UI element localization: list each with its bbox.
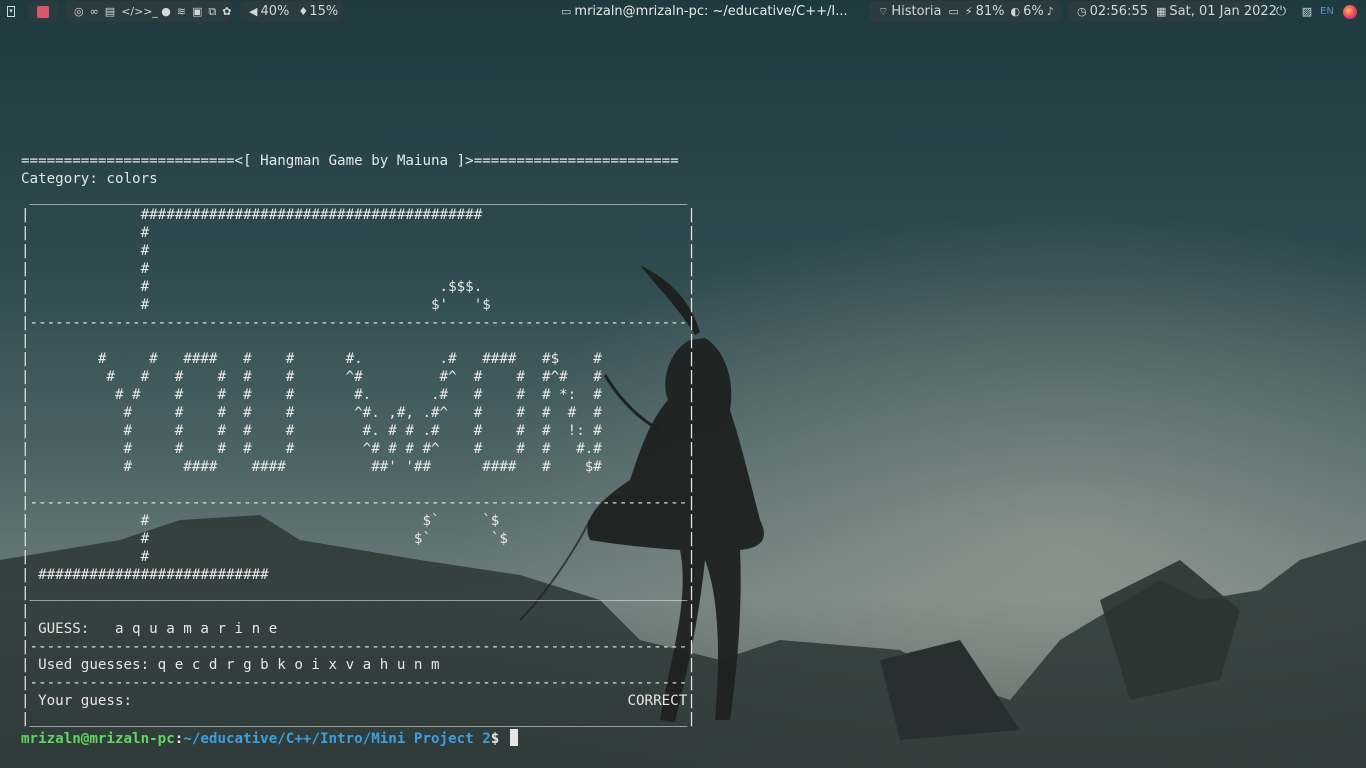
terminal-line: | # | — [21, 261, 696, 277]
terminal-line: | # # #### # # #. .# #### #$ # | — [21, 351, 696, 367]
prompt-separator: : — [174, 731, 184, 747]
keyboard-layout[interactable]: EN — [1320, 1, 1340, 22]
terminal-line: | # $` `$ | — [21, 531, 696, 547]
app-logo-button[interactable] — [1343, 1, 1365, 22]
terminal-line: | GUESS: a q u a m a r i n e | — [21, 621, 696, 637]
firefox-icon — [1343, 4, 1357, 19]
terminal-line: | # $' '$ | — [21, 297, 696, 313]
lang-text: EN — [1320, 6, 1334, 17]
top-panel: ▾ ◎ ∞ ▤ </> >_ ● ≋ ▣ ⧉ ✿ ◀ 40% ♦ 15% ▭ m… — [0, 0, 1366, 24]
menu-icon: ▾ — [7, 6, 15, 17]
wifi-name[interactable]: Historia — [891, 4, 941, 19]
prompt-path: ~/educative/C++/Intro/Mini Project 2 — [183, 731, 491, 747]
battery-icon: ▭ — [948, 4, 959, 18]
code-icon[interactable]: </> — [121, 5, 143, 18]
prompt-user: mrizaln@mrizaln-pc — [21, 731, 175, 747]
clock-icon: ◷ — [1077, 4, 1087, 18]
terminal-line: |_______________________________________… — [21, 585, 696, 601]
spotify-icon[interactable]: ≋ — [177, 5, 186, 18]
terminal-line: Category: colors — [21, 171, 158, 187]
terminal-line: | # # # # # ^#. ,#, .#^ # # # # # | — [21, 405, 696, 421]
time-text[interactable]: 02:56:55 — [1090, 4, 1148, 19]
active-window-title[interactable]: ▭ mrizaln@mrizaln-pc: ~/educative/C++/I.… — [552, 1, 848, 22]
settings-icon[interactable]: ✿ — [222, 5, 231, 18]
picture-icon: ▨ — [1301, 4, 1313, 18]
terminal-line: |---------------------------------------… — [21, 675, 696, 691]
terminal-line: |---------------------------------------… — [21, 315, 696, 331]
terminal-line: |_______________________________________… — [21, 711, 696, 727]
terminal-line: | | — [21, 477, 696, 493]
calendar-icon: ▦ — [1156, 4, 1167, 18]
mic-level[interactable]: 15% — [309, 4, 338, 19]
brightness-level[interactable]: 6% — [1023, 4, 1044, 19]
screenshot-button[interactable]: ▨ — [1298, 1, 1318, 22]
terminal-line: | Used guesses: q e c d r g b k o i x v … — [21, 657, 696, 673]
date-text[interactable]: Sat, 01 Jan 2022 — [1169, 4, 1277, 19]
terminal-line: | # | — [21, 225, 696, 241]
volume-icon[interactable]: ◀ — [249, 5, 257, 18]
image-icon[interactable]: ▣ — [192, 5, 202, 18]
microphone-icon[interactable]: ♦ — [298, 5, 308, 18]
terminal-line: | # .$$$. | — [21, 279, 696, 295]
terminal-line: =========================<[ Hangman Game… — [21, 153, 679, 169]
terminal-line: | ########################### | — [21, 567, 696, 583]
prompt-dollar: $ — [490, 731, 508, 747]
document-icon[interactable]: ▤ — [105, 5, 115, 18]
terminal-line: |---------------------------------------… — [21, 639, 696, 655]
bell-icon[interactable]: ♪ — [1047, 5, 1054, 18]
terminal-line: | # $` `$ | — [21, 513, 696, 529]
terminal-output: =========================<[ Hangman Game… — [21, 152, 696, 728]
battery-level[interactable]: 81% — [976, 4, 1005, 19]
terminal-icon[interactable]: >_ — [143, 5, 158, 18]
terminal-line: | | — [21, 333, 696, 349]
terminal-line: | # # # # # #. # # .# # # # !: # | — [21, 423, 696, 439]
terminal-line: | | — [21, 603, 696, 619]
terminal-line: | # | — [21, 243, 696, 259]
wifi-icon[interactable]: ⌔ — [878, 5, 888, 18]
text-cursor — [509, 729, 518, 746]
terminal-line: | # # # # # # #. .# # # # *: # | — [21, 387, 696, 403]
terminal-line: | # | — [21, 549, 696, 565]
shell-prompt[interactable]: mrizaln@mrizaln-pc:~/educative/C++/Intro… — [21, 729, 518, 748]
app-launcher-group: ◎ ∞ ▤ </> >_ ● ≋ ▣ ⧉ ✿ — [65, 1, 232, 22]
power-button[interactable]: ⏻ — [1272, 1, 1292, 22]
menu-button[interactable]: ▾ — [0, 1, 22, 22]
terminal-line: | # #### #### ##' '## #### # $# | — [21, 459, 696, 475]
volume-level[interactable]: 40% — [260, 4, 289, 19]
chrome-icon[interactable]: ◎ — [74, 5, 84, 18]
terminal-line: | # # # # # # ^# #^ # # #^# # | — [21, 369, 696, 385]
window-icon[interactable]: ⧉ — [208, 5, 216, 18]
power-icon: ⏻ — [1275, 3, 1287, 19]
terminal-line: |---------------------------------------… — [21, 495, 696, 511]
terminal-line: | # # # # # ^# # # #^ # # # #.# | — [21, 441, 696, 457]
charging-icon: ⚡ — [964, 4, 973, 18]
clock-group: ◷ 02:56:55 ▦ Sat, 01 Jan 2022 — [1068, 1, 1277, 22]
gamepad-icon[interactable]: ∞ — [90, 5, 99, 18]
stop-button[interactable] — [28, 1, 58, 22]
status-group: ⌔ Historia ▭ ⚡ 81% ◐ 6% ♪ — [869, 1, 1062, 22]
terminal-line: | ######################################… — [21, 207, 696, 223]
terminal-line: | Your guess: CORRECT| — [21, 693, 696, 709]
audio-group: ◀ 40% ♦ 15% — [240, 1, 343, 22]
stop-icon — [37, 5, 49, 18]
terminal-line: ________________________________________… — [21, 189, 696, 205]
window-title-text: mrizaln@mrizaln-pc: ~/educative/C++/I... — [574, 4, 848, 19]
chat-icon[interactable]: ● — [161, 5, 171, 18]
brightness-icon: ◐ — [1010, 4, 1021, 18]
terminal-window-icon: ▭ — [561, 4, 572, 18]
